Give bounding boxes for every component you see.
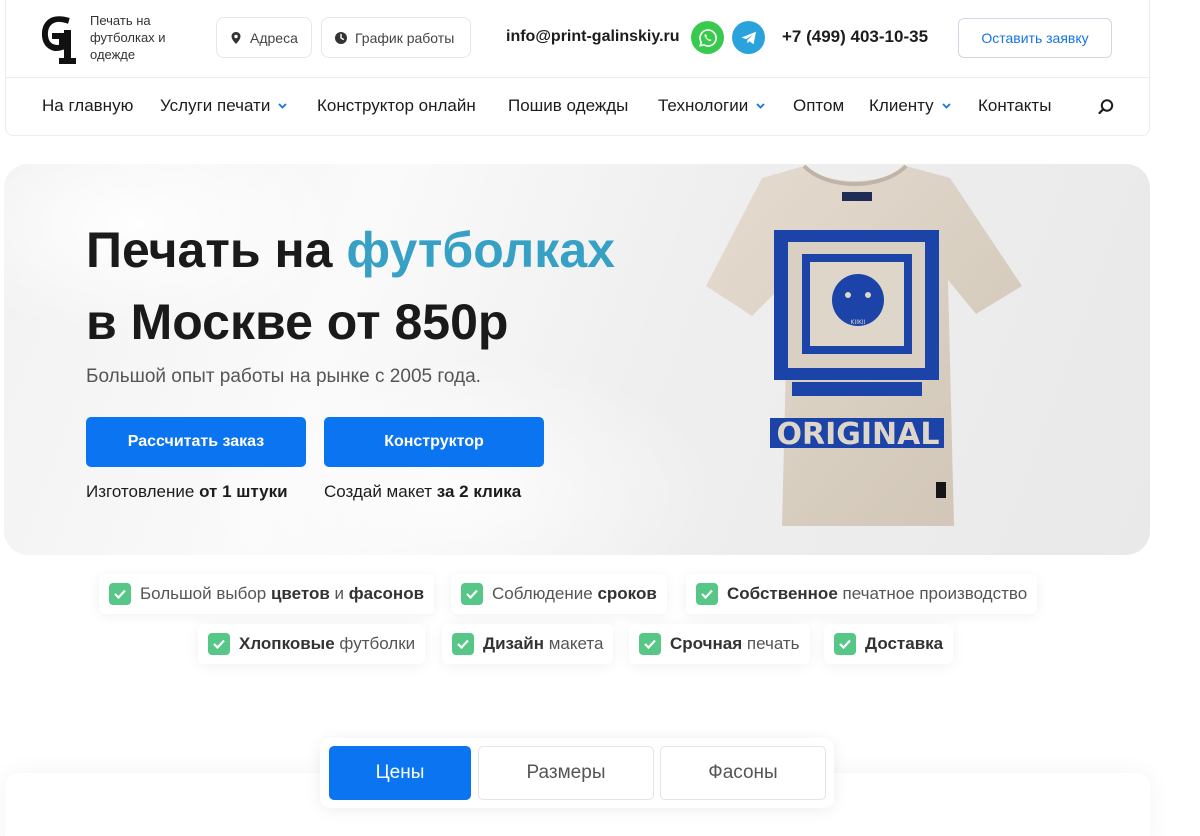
tab-styles[interactable]: Фасоны [660, 746, 826, 800]
calc-caption-bold: от 1 штуки [199, 482, 288, 501]
hero-title-part: Печать на [86, 222, 347, 278]
main-nav: На главную Услуги печати Конструктор онл… [6, 78, 1149, 136]
telegram-icon [741, 31, 756, 44]
feature-badge: Дизайн макета [442, 624, 614, 664]
chevron-down-icon [942, 103, 951, 109]
feature-text: Большой выбор цветов и фасонов [140, 584, 424, 604]
nav-item-wholesale[interactable]: Оптом [793, 96, 844, 116]
feature-text: Дизайн макета [483, 634, 603, 654]
nav-item-label: Клиенту [869, 96, 934, 115]
checkmark-icon [639, 633, 661, 655]
feature-text: Доставка [865, 634, 943, 654]
whatsapp-icon [698, 28, 717, 47]
calc-caption: Изготовление от 1 штуки [86, 482, 288, 502]
site-header: Печать на футболках и одежде Адреса Граф… [5, 0, 1150, 136]
feature-text-part: Соблюдение [492, 584, 598, 603]
feature-text-part: Дизайн [483, 634, 544, 653]
calc-caption-text: Изготовление [86, 482, 200, 501]
search-icon[interactable] [1097, 98, 1115, 116]
tab-sizes[interactable]: Размеры [478, 746, 654, 800]
feature-text-part: печатное производство [837, 584, 1028, 603]
feature-text-part: Доставка [865, 634, 944, 653]
feature-text-part: футболки [334, 634, 416, 653]
nav-item-contacts[interactable]: Контакты [978, 96, 1051, 116]
hero-title-line2: в Москве от 850р [86, 294, 509, 350]
feature-badge: Большой выбор цветов и фасонов [99, 574, 435, 614]
checkmark-icon [452, 633, 474, 655]
logo-text: Печать на футболках и одежде [90, 13, 166, 62]
feature-text: Срочная печать [670, 634, 800, 654]
tshirt-brand-text: KIIKII [851, 319, 866, 326]
checkmark-icon [834, 633, 856, 655]
constructor-caption-bold: за 2 клика [436, 482, 522, 501]
addresses-label: Адреса [250, 29, 298, 46]
map-pin-icon [231, 31, 241, 44]
hero-title: Печать на футболках в Москве от 850р [86, 214, 615, 358]
clock-icon [335, 31, 347, 44]
leave-request-button[interactable]: Оставить заявку [958, 18, 1112, 58]
nav-item-technologies[interactable]: Технологии [658, 96, 765, 116]
nav-item-label: Контакты [978, 96, 1052, 115]
nav-item-tailoring[interactable]: Пошив одежды [508, 96, 628, 116]
feature-text: Соблюдение сроков [492, 584, 657, 604]
feature-text-part: цветов [270, 584, 330, 603]
nav-item-online-constructor[interactable]: Конструктор онлайн [317, 96, 476, 116]
nav-item-print-services[interactable]: Услуги печати [160, 96, 287, 116]
chevron-down-icon [756, 103, 765, 109]
nav-item-home[interactable]: На главную [42, 96, 133, 116]
feature-text-part: Большой выбор [140, 584, 271, 603]
nav-item-label: На главную [42, 96, 134, 115]
whatsapp-button[interactable] [691, 21, 724, 54]
phone-link[interactable]: +7 (499) 403-10-35 [782, 27, 928, 47]
feature-text-part: Собственное [727, 584, 838, 603]
feature-text: Хлопковые футболки [239, 634, 415, 654]
checkmark-icon [461, 583, 483, 605]
hero-subtitle: Большой опыт работы на рынке с 2005 года… [86, 366, 481, 387]
feature-text-part: Срочная [670, 634, 743, 653]
feature-text-part: печать [742, 634, 800, 653]
feature-text-part: фасонов [348, 584, 425, 603]
header-topbar: Печать на футболках и одежде Адреса Граф… [6, 0, 1149, 78]
nav-item-label: Технологии [658, 96, 749, 115]
nav-item-label: Конструктор онлайн [317, 96, 476, 115]
feature-text: Собственное печатное производство [727, 584, 1027, 604]
nav-item-client[interactable]: Клиенту [869, 96, 951, 116]
tabs-bar: Цены Размеры Фасоны [320, 738, 834, 808]
nav-item-label: Пошив одежды [508, 96, 629, 115]
work-hours-label: График работы [355, 29, 455, 46]
chevron-down-icon [278, 103, 287, 109]
addresses-button[interactable]: Адреса [216, 17, 312, 58]
calculate-order-button[interactable]: Рассчитать заказ [86, 417, 306, 467]
checkmark-icon [208, 633, 230, 655]
tab-prices[interactable]: Цены [329, 746, 471, 800]
feature-badge: Срочная печать [629, 624, 810, 664]
work-hours-button[interactable]: График работы [321, 17, 471, 58]
feature-text-part: и [329, 584, 349, 603]
feature-badge: Собственное печатное производство [686, 574, 1038, 614]
checkmark-icon [696, 583, 718, 605]
logo-icon[interactable] [42, 14, 82, 66]
nav-item-label: Услуги печати [160, 96, 271, 115]
feature-text-part: Хлопковые [239, 634, 335, 653]
hero-title-accent: футболках [346, 222, 615, 278]
nav-item-label: Оптом [793, 96, 845, 115]
constructor-caption: Создай макет за 2 клика [324, 482, 521, 502]
telegram-button[interactable] [732, 21, 765, 54]
tshirt-print-text: ORIGINAL [777, 417, 940, 452]
feature-badge: Хлопковые футболки [198, 624, 426, 664]
feature-badge: Доставка [824, 624, 954, 664]
feature-text-part: макета [543, 634, 604, 653]
checkmark-icon [109, 583, 131, 605]
hero-banner: Печать на футболках в Москве от 850р Бол… [4, 164, 1150, 555]
feature-badge: Соблюдение сроков [451, 574, 667, 614]
tshirt-image: KIIKII ORIGINAL [706, 164, 1022, 526]
constructor-caption-text: Создай макет [324, 482, 437, 501]
feature-text-part: сроков [597, 584, 657, 603]
email-link[interactable]: info@print-galinskiy.ru [506, 28, 680, 46]
constructor-button[interactable]: Конструктор [324, 417, 544, 467]
